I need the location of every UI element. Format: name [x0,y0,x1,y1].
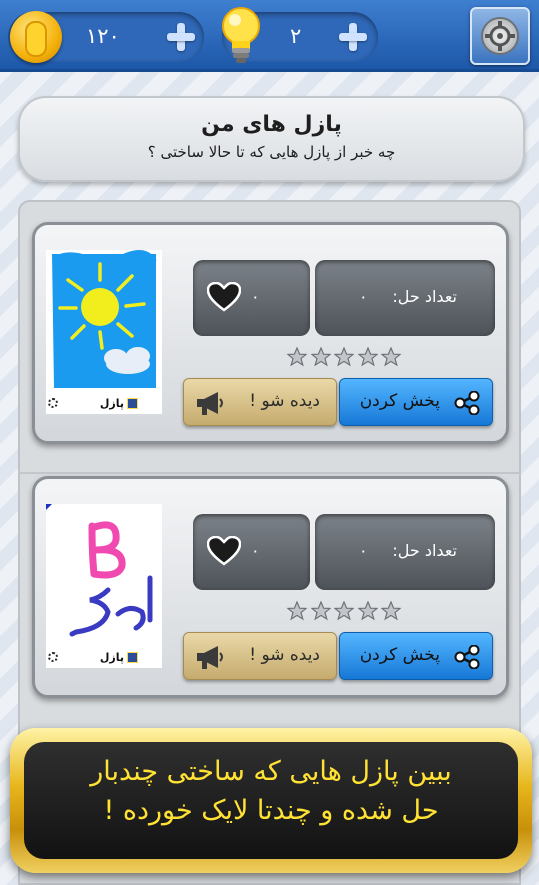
top-bar: ۱۲۰ ۲ [0,0,539,72]
letter-drawing-image [46,504,162,648]
megaphone-icon [197,392,223,415]
heart-icon [207,536,241,566]
solves-label: تعداد حل: [392,541,457,560]
likes-count: ۰ [251,541,260,560]
puzzle-card: پازل تعداد حل: ۰ ۰ دیده شو ! پخش کردن [32,476,509,698]
page-header: پازل های من چه خبر از پازل هایی که تا حا… [18,96,525,182]
brand-label: پازل [99,397,124,410]
hint-line-1: ببین پازل هایی که ساختی چندبار [90,756,452,787]
star-icon [357,601,378,621]
list-divider [18,472,521,474]
tutorial-hint-body: ببین پازل هایی که ساختی چندبار حل شده و … [24,742,518,859]
gear-icon [481,17,519,55]
brand-icon [127,652,138,663]
get-seen-button[interactable]: دیده شو ! [183,378,337,426]
star-icon [287,347,307,367]
share-label: پخش کردن [359,645,440,665]
share-label: پخش کردن [359,391,440,411]
puzzle-thumbnail[interactable]: پازل [46,504,162,668]
star-icon [334,347,354,367]
rating-stars [287,601,401,621]
brand-label: پازل [99,651,124,664]
thumbnail-footer: پازل [46,394,162,414]
likes-count: ۰ [251,287,260,306]
watermark-icon [48,398,58,408]
megaphone-icon [197,646,223,669]
share-button[interactable]: پخش کردن [339,632,493,680]
gold-coin-icon [10,11,62,63]
star-icon [381,601,401,621]
settings-button[interactable] [470,7,530,65]
hints-value: ۲ [290,24,302,48]
hint-line-2: حل شده و چندتا لایک خورده ! [103,795,439,826]
star-icon [310,347,331,367]
tutorial-hint-banner[interactable]: ببین پازل هایی که ساختی چندبار حل شده و … [10,728,532,873]
solves-label: تعداد حل: [392,287,457,306]
solves-count: ۰ [359,287,368,306]
puzzle-card: پازل تعداد حل: ۰ ۰ دیده شو ! پخش کردن [32,222,509,444]
solves-stat: تعداد حل: ۰ [315,260,495,336]
share-icon [454,645,480,669]
star-icon [381,347,401,367]
sun-drawing-image [46,250,162,394]
likes-stat: ۰ [193,260,310,336]
star-icon [334,601,354,621]
rating-stars [287,347,401,367]
get-seen-label: دیده شو ! [249,391,320,411]
share-button[interactable]: پخش کردن [339,378,493,426]
thumbnail-footer: پازل [46,648,162,668]
solves-count: ۰ [359,541,368,560]
page-title: پازل های من [201,112,342,137]
watermark-icon [48,652,58,662]
get-seen-button[interactable]: دیده شو ! [183,632,337,680]
get-seen-label: دیده شو ! [249,645,320,665]
coins-value: ۱۲۰ [86,24,120,48]
page-subtitle: چه خبر از پازل هایی که تا حالا ساختی ؟ [147,143,396,161]
add-hints-button[interactable] [336,20,370,54]
lightbulb-icon [222,7,260,63]
star-icon [357,347,378,367]
share-icon [454,391,480,415]
likes-stat: ۰ [193,514,310,590]
puzzle-thumbnail[interactable]: پازل [46,250,162,414]
star-icon [310,601,331,621]
brand-icon [127,398,138,409]
solves-stat: تعداد حل: ۰ [315,514,495,590]
star-icon [287,601,307,621]
heart-icon [207,282,241,312]
add-coins-button[interactable] [164,20,198,54]
